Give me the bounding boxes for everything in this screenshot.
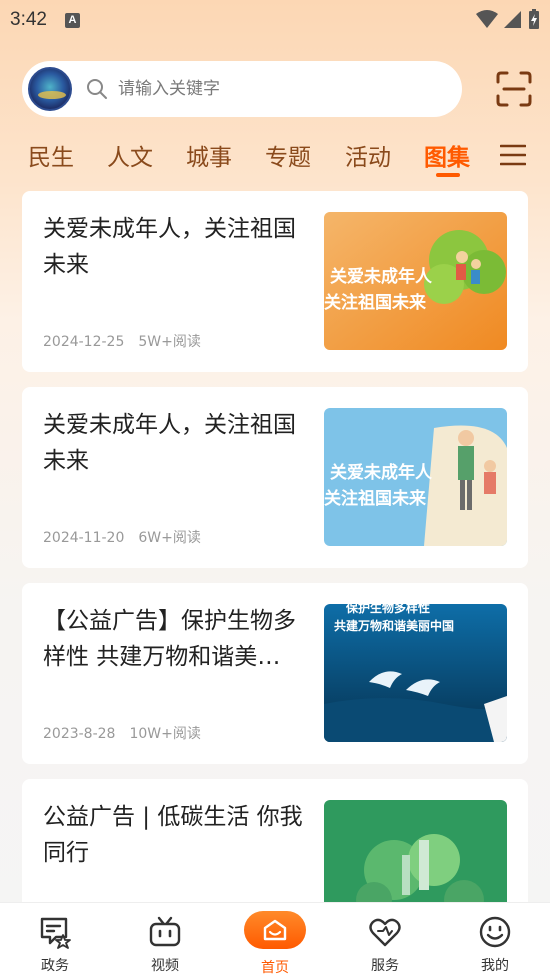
nav-mine[interactable]: 我的: [440, 903, 550, 979]
notification-icon: A: [64, 12, 80, 28]
bottom-nav: 政务 视频 首页 服务 我的: [0, 902, 550, 979]
card-title: 关爱未成年人，关注祖国未来: [43, 216, 296, 278]
card-date: 2024-11-20: [43, 530, 125, 546]
active-tab-indicator: [436, 173, 460, 177]
search-input[interactable]: [118, 79, 418, 99]
list-item[interactable]: 公益广告 | 低碳生活 你我同行: [22, 779, 528, 938]
card-title: 【公益广告】保护生物多样性 共建万物和谐美丽中国: [43, 608, 296, 670]
thumb-headline-2: 关注祖国未来: [324, 292, 427, 313]
tab-tuji-label: 图集: [424, 145, 470, 171]
status-icons: [476, 8, 540, 30]
nav-government[interactable]: 政务: [0, 903, 110, 979]
tab-renwen[interactable]: 人文: [107, 138, 153, 172]
heart-icon: [369, 918, 401, 947]
card-reads: 6W+阅读: [138, 530, 201, 546]
search-box[interactable]: [22, 61, 462, 117]
home-bubble: [244, 911, 306, 949]
nav-home[interactable]: 首页: [220, 903, 330, 979]
status-time: 3:42: [10, 9, 47, 30]
tab-zhuanti[interactable]: 专题: [265, 138, 311, 172]
wifi-icon: [476, 10, 498, 28]
government-icon: [40, 917, 71, 949]
tv-icon: [149, 916, 181, 947]
home-icon: [263, 919, 287, 941]
card-meta: 2024-12-25 5W+阅读: [43, 331, 201, 351]
card-date: 2023-8-28: [43, 726, 116, 742]
thumb-headline-2: 关注祖国未来: [324, 488, 427, 509]
menu-icon[interactable]: [500, 142, 526, 168]
card-meta: 2024-11-20 6W+阅读: [43, 527, 201, 547]
nav-label: 视频: [151, 958, 179, 974]
card-date: 2024-12-25: [43, 334, 125, 350]
app-logo[interactable]: [28, 67, 72, 111]
nav-label: 政务: [41, 958, 69, 974]
card-meta: 2023-8-28 10W+阅读: [43, 723, 201, 743]
status-bar: 3:42 A: [0, 0, 550, 40]
list-item[interactable]: 【公益广告】保护生物多样性 共建万物和谐美丽中国 2023-8-28 10W+阅读…: [22, 583, 528, 764]
battery-icon: [529, 9, 539, 29]
nav-label: 首页: [261, 960, 289, 976]
tab-minsheng[interactable]: 民生: [28, 138, 74, 172]
nav-label: 服务: [371, 958, 399, 974]
card-reads: 10W+阅读: [129, 726, 201, 742]
card-title: 关爱未成年人，关注祖国未来: [43, 412, 296, 474]
nav-service[interactable]: 服务: [330, 903, 440, 979]
tab-huodong[interactable]: 活动: [345, 138, 391, 172]
thumb-headline-1: 保护生物多样性: [345, 604, 430, 615]
card-thumbnail: 保护生物多样性 共建万物和谐美丽中国: [324, 604, 507, 742]
search-row: [22, 61, 532, 117]
search-icon: [87, 79, 107, 99]
card-thumbnail: 关爱未成年人 关注祖国未来: [324, 408, 507, 546]
smile-icon: [479, 916, 511, 948]
card-reads: 5W+阅读: [138, 334, 201, 350]
card-title: 公益广告 | 低碳生活 你我同行: [43, 804, 303, 866]
tab-chengshi[interactable]: 城事: [186, 138, 232, 172]
card-thumbnail: 关爱未成年人 关注祖国未来: [324, 212, 507, 350]
scan-icon[interactable]: [496, 71, 532, 107]
list-item[interactable]: 关爱未成年人，关注祖国未来 2024-11-20 6W+阅读 关爱未成年人 关注祖…: [22, 387, 528, 568]
list-item[interactable]: 关爱未成年人，关注祖国未来 2024-12-25 5W+阅读 关爱未成年人 关注祖…: [22, 191, 528, 372]
tab-tuji[interactable]: 图集: [424, 138, 470, 177]
thumb-headline-1: 关爱未成年人: [330, 266, 433, 287]
signal-icon: [504, 11, 521, 28]
nav-video[interactable]: 视频: [110, 903, 220, 979]
nav-label: 我的: [481, 958, 509, 974]
category-tabs: 民生 人文 城事 专题 活动 图集: [0, 136, 550, 180]
thumb-headline-1: 关爱未成年人: [330, 462, 433, 483]
thumb-headline-2: 共建万物和谐美丽中国: [334, 618, 454, 633]
